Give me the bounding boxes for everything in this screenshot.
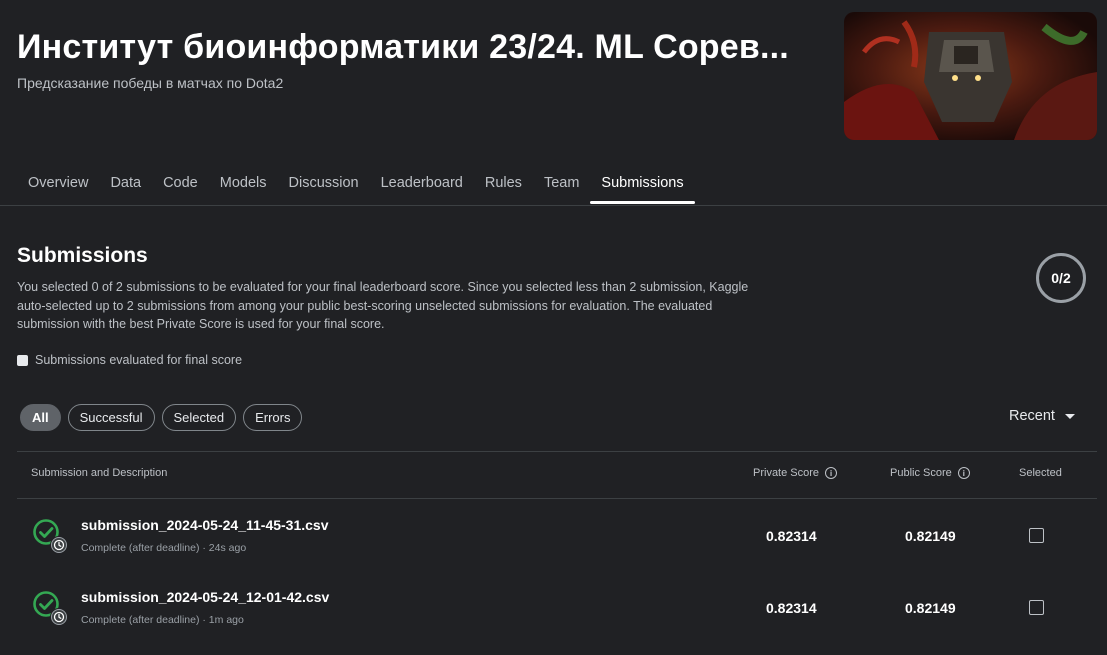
table-row[interactable]: submission_2024-05-24_12-01-42.csv Compl… xyxy=(17,572,1097,644)
tab-leaderboard[interactable]: Leaderboard xyxy=(370,166,474,206)
submission-file-name[interactable]: submission_2024-05-24_11-45-31.csv xyxy=(81,517,329,533)
final-score-legend: Submissions evaluated for final score xyxy=(17,353,242,367)
chip-all[interactable]: All xyxy=(20,404,61,431)
tab-submissions[interactable]: Submissions xyxy=(590,166,695,206)
tabs-divider xyxy=(0,205,1107,206)
competition-subtitle: Предсказание победы в матчах по Dota2 xyxy=(17,75,284,91)
tab-team[interactable]: Team xyxy=(533,166,590,206)
tab-code[interactable]: Code xyxy=(152,166,209,206)
section-description: You selected 0 of 2 submissions to be ev… xyxy=(17,280,749,331)
legend-label: Submissions evaluated for final score xyxy=(35,353,243,367)
tab-data[interactable]: Data xyxy=(99,166,152,206)
header-public-score: Public Score i xyxy=(890,467,970,479)
select-checkbox[interactable] xyxy=(1029,528,1044,543)
caret-down-icon xyxy=(1064,413,1075,419)
header-description: Submission and Description xyxy=(31,467,167,479)
chip-selected[interactable]: Selected xyxy=(161,404,237,431)
private-score: 0.82314 xyxy=(766,528,817,544)
table-header-divider xyxy=(17,498,1097,499)
chip-errors[interactable]: Errors xyxy=(243,404,303,431)
competition-tabs: Overview Data Code Models Discussion Lea… xyxy=(17,166,695,206)
legend-swatch xyxy=(17,354,28,366)
header-private-score: Private Score i xyxy=(753,467,838,479)
sort-label: Recent xyxy=(1009,408,1055,424)
tab-discussion[interactable]: Discussion xyxy=(278,166,370,206)
submissions-page: Институт биоинформатики 23/24. ML Сорев.… xyxy=(0,0,1107,655)
chip-successful[interactable]: Successful xyxy=(67,404,155,431)
header-selected: Selected xyxy=(1019,467,1062,479)
header-public-label: Public Score xyxy=(890,467,952,479)
section-title: Submissions xyxy=(17,244,148,267)
tab-overview[interactable]: Overview xyxy=(17,166,99,206)
table-row[interactable]: submission_2024-05-24_11-45-31.csv Compl… xyxy=(17,500,1097,572)
selected-count-badge: 0/2 xyxy=(1036,253,1086,303)
complete-check-icon xyxy=(33,591,68,626)
sort-dropdown[interactable]: Recent xyxy=(1009,408,1075,424)
table-top-divider xyxy=(17,451,1097,452)
public-score: 0.82149 xyxy=(905,600,956,616)
info-icon[interactable]: i xyxy=(957,467,970,479)
header-selected-label: Selected xyxy=(1019,467,1062,479)
tab-rules[interactable]: Rules xyxy=(474,166,533,206)
competition-header-image xyxy=(844,12,1097,140)
submission-meta: Complete (after deadline) · 1m ago xyxy=(81,614,244,626)
filter-chips: All Successful Selected Errors xyxy=(20,404,303,431)
complete-check-icon xyxy=(33,519,68,554)
info-icon[interactable]: i xyxy=(825,467,838,479)
submission-file-name[interactable]: submission_2024-05-24_12-01-42.csv xyxy=(81,589,329,605)
tab-models[interactable]: Models xyxy=(209,166,278,206)
select-checkbox[interactable] xyxy=(1029,600,1044,615)
submission-meta: Complete (after deadline) · 24s ago xyxy=(81,542,247,554)
private-score: 0.82314 xyxy=(766,600,817,616)
public-score: 0.82149 xyxy=(905,528,956,544)
competition-title: Институт биоинформатики 23/24. ML Сорев.… xyxy=(17,28,789,66)
header-description-label: Submission and Description xyxy=(31,467,168,479)
header-private-label: Private Score xyxy=(753,467,820,479)
